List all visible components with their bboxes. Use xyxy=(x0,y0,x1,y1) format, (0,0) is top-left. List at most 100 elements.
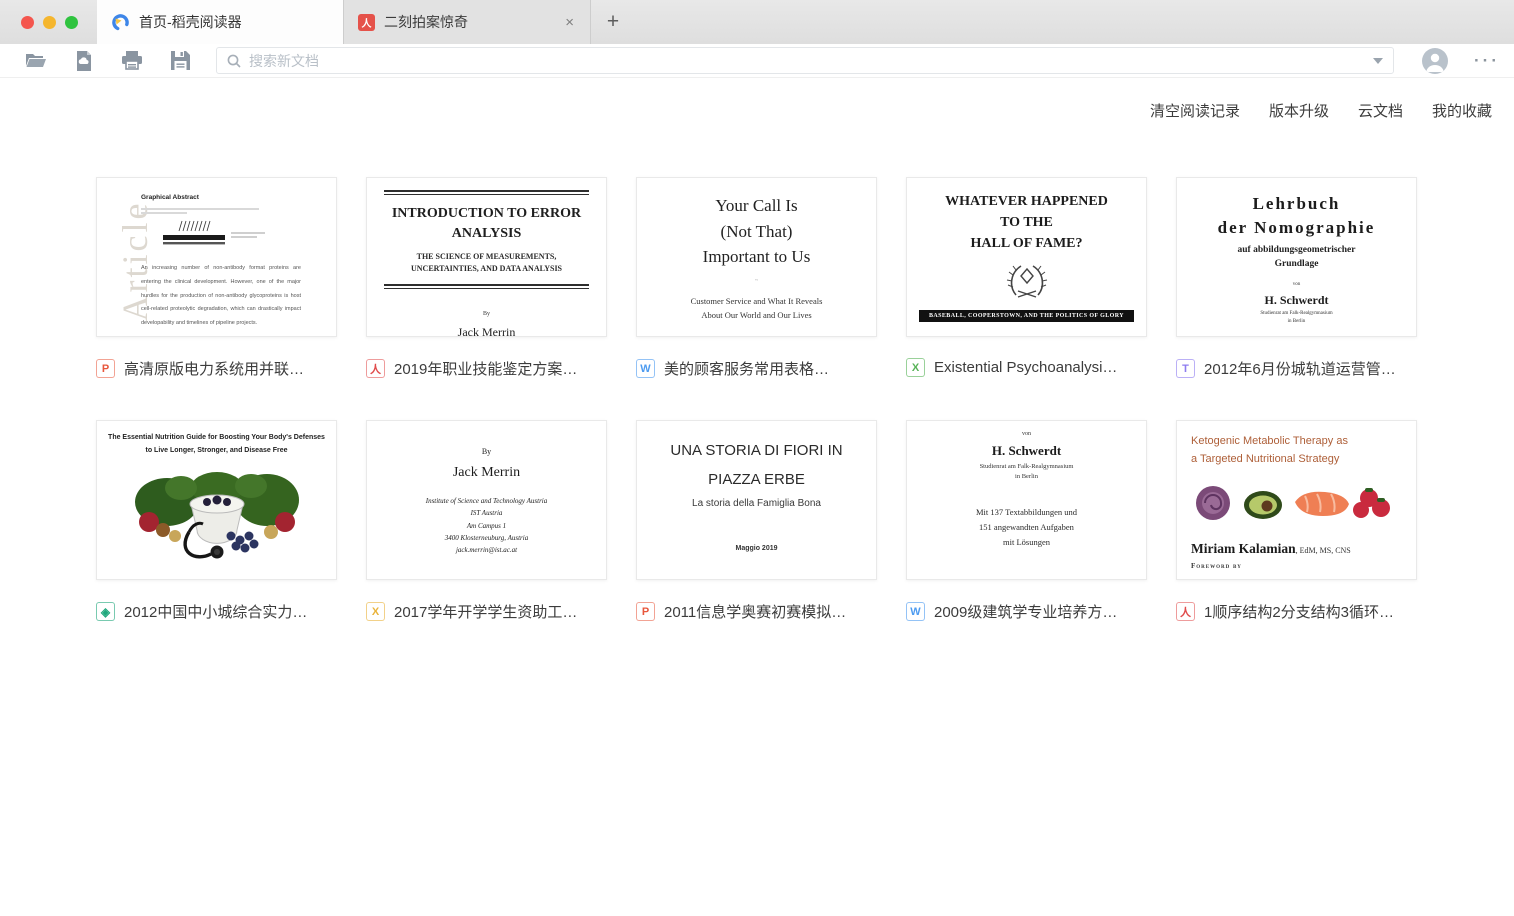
thumb-by: By xyxy=(367,447,606,456)
document-title[interactable]: 2012中国中小城综合实力… xyxy=(124,601,307,622)
thumb-title-line: UNA STORIA DI FIORI IN xyxy=(637,437,876,466)
document-thumbnail[interactable]: By Jack Merrin Institute of Science and … xyxy=(366,420,607,580)
thumb-affiliation: Institute of Science and Technology Aust… xyxy=(367,495,606,507)
document-title[interactable]: 2012年6月份城轨道运营管… xyxy=(1204,358,1396,379)
close-window-button[interactable] xyxy=(21,16,34,29)
thumb-subtitle: Customer Service and What It Reveals xyxy=(637,294,876,308)
thumb-note: 151 angewandten Aufgaben xyxy=(907,520,1146,535)
document-thumbnail[interactable]: INTRODUCTION TO ERROR ANALYSIS THE SCIEN… xyxy=(366,177,607,337)
word-file-icon: W xyxy=(636,359,655,378)
pdf-file-icon: 人 xyxy=(358,14,375,31)
person-icon xyxy=(1422,48,1448,74)
document-card[interactable]: von H. Schwerdt Studienrat am Falk-Realg… xyxy=(906,420,1147,622)
search-input[interactable] xyxy=(249,53,1373,69)
window-tab-bar: 首页-稻壳阅读器 人 二刻拍案惊奇 × + xyxy=(0,0,1514,44)
document-thumbnail[interactable]: Ketogenic Metabolic Therapy as a Targete… xyxy=(1176,420,1417,580)
cloud-documents-link[interactable]: 云文档 xyxy=(1358,100,1403,121)
thumb-title-line: (Not That) xyxy=(637,219,876,245)
thumb-author: Jack Merrin xyxy=(367,465,606,481)
document-thumbnail[interactable]: The Essential Nutrition Guide for Boosti… xyxy=(96,420,337,580)
nutrition-foods-image xyxy=(119,460,315,568)
document-card[interactable]: INTRODUCTION TO ERROR ANALYSIS THE SCIEN… xyxy=(366,177,607,379)
word-file-icon: W xyxy=(906,602,925,621)
document-thumbnail[interactable]: UNA STORIA DI FIORI IN PIAZZA ERBE La st… xyxy=(636,420,877,580)
document-title[interactable]: Existential Psychoanalysi… xyxy=(934,359,1117,376)
document-card[interactable]: Your Call Is (Not That) Important to Us … xyxy=(636,177,877,379)
thumb-author: Jack Merrin xyxy=(367,325,606,337)
thumb-title: INTRODUCTION TO ERROR ANALYSIS xyxy=(391,204,582,245)
document-thumbnail[interactable]: Lehrbuch der Nomographie auf abbildungsg… xyxy=(1176,177,1417,337)
document-thumbnail[interactable]: von H. Schwerdt Studienrat am Falk-Realg… xyxy=(906,420,1147,580)
thumb-subtitle: About Our World and Our Lives xyxy=(637,308,876,322)
more-menu-button[interactable]: ··· xyxy=(1474,51,1500,71)
document-card[interactable]: Ketogenic Metabolic Therapy as a Targete… xyxy=(1176,420,1417,622)
search-bar[interactable] xyxy=(216,47,1394,74)
reader-logo-icon xyxy=(111,13,130,32)
document-thumbnail[interactable]: Your Call Is (Not That) Important to Us … xyxy=(636,177,877,337)
thumb-date: Maggio 2019 xyxy=(637,545,876,552)
thumb-affiliation: IST Austria xyxy=(367,507,606,519)
print-icon[interactable] xyxy=(108,51,156,70)
quick-links: 清空阅读记录 版本升级 云文档 我的收藏 xyxy=(0,78,1514,121)
spreadsheet-file-icon: X xyxy=(366,602,385,621)
document-title[interactable]: 美的顾客服务常用表格… xyxy=(664,358,829,379)
document-title[interactable]: 高清原版电力系统用并联… xyxy=(124,358,304,379)
user-avatar[interactable] xyxy=(1422,48,1448,74)
laurel-wreath-icon xyxy=(1004,261,1050,299)
text-line-placeholder xyxy=(141,208,259,210)
save-icon[interactable] xyxy=(156,51,204,70)
thumb-banner: BASEBALL, COOPERSTOWN, AND THE POLITICS … xyxy=(919,310,1134,322)
search-dropdown-icon[interactable] xyxy=(1373,58,1383,64)
thumb-title-line: Your Call Is xyxy=(637,193,876,219)
traffic-lights xyxy=(0,0,97,44)
document-title[interactable]: 2009级建筑学专业培养方… xyxy=(934,601,1117,622)
thumb-abstract-text: An increasing number of non-antibody for… xyxy=(141,262,301,331)
my-favorites-link[interactable]: 我的收藏 xyxy=(1432,100,1492,121)
thumb-title-line: Lehrbuch xyxy=(1177,194,1416,214)
new-tab-button[interactable]: + xyxy=(591,0,635,44)
thumb-affiliation: jack.merrin@ist.ac.at xyxy=(367,544,606,556)
ppt-file-icon: P xyxy=(96,359,115,378)
document-card[interactable]: UNA STORIA DI FIORI IN PIAZZA ERBE La st… xyxy=(636,420,877,622)
version-upgrade-link[interactable]: 版本升级 xyxy=(1269,100,1329,121)
document-title[interactable]: 2011信息学奥赛初赛模拟… xyxy=(664,601,846,622)
document-title[interactable]: 2019年职业技能鉴定方案… xyxy=(394,358,577,379)
thumb-affiliation: Am Campus 1 xyxy=(367,520,606,532)
thumb-title-line: der Nomographie xyxy=(1177,218,1416,238)
clear-reading-history-link[interactable]: 清空阅读记录 xyxy=(1150,100,1240,121)
pdf-file-icon: 人 xyxy=(366,359,385,378)
thumb-author: Miriam Kalamian, EdM, MS, CNS xyxy=(1191,541,1404,557)
document-card[interactable]: Article Graphical Abstract xyxy=(96,177,337,379)
document-title[interactable]: 1顺序结构2分支结构3循环… xyxy=(1204,601,1394,622)
thumb-author: H. Schwerdt xyxy=(907,443,1146,459)
document-thumbnail[interactable]: WHATEVER HAPPENED TO THE HALL OF FAME? xyxy=(906,177,1147,337)
tab-document[interactable]: 人 二刻拍案惊奇 × xyxy=(343,0,591,44)
import-document-icon[interactable] xyxy=(60,51,108,71)
document-thumbnail[interactable]: Article Graphical Abstract xyxy=(96,177,337,337)
minimize-window-button[interactable] xyxy=(43,16,56,29)
thumb-figure xyxy=(155,219,275,249)
thumb-title-line: PIAZZA ERBE xyxy=(637,466,876,495)
tab-home[interactable]: 首页-稻壳阅读器 xyxy=(97,0,343,44)
text-line-placeholder xyxy=(141,212,187,214)
thumb-subtitle: La storia della Famiglia Bona xyxy=(637,498,876,509)
document-card[interactable]: Lehrbuch der Nomographie auf abbildungsg… xyxy=(1176,177,1417,379)
thumb-subtitle: auf abbildungsgeometrischer xyxy=(1177,243,1416,257)
document-title[interactable]: 2017学年开学学生资助工… xyxy=(394,601,577,622)
thumb-affiliation: in Berlin xyxy=(907,472,1146,482)
thumb-foreword: Foreword by xyxy=(1191,562,1404,570)
zoom-window-button[interactable] xyxy=(65,16,78,29)
close-tab-icon[interactable]: × xyxy=(563,14,576,31)
pdf-file-icon: 人 xyxy=(1176,602,1195,621)
open-folder-icon[interactable] xyxy=(12,52,60,69)
document-card[interactable]: By Jack Merrin Institute of Science and … xyxy=(366,420,607,622)
thumb-von: von xyxy=(907,431,1146,437)
thumb-title-line: HALL OF FAME? xyxy=(907,233,1146,254)
document-card[interactable]: WHATEVER HAPPENED TO THE HALL OF FAME? xyxy=(906,177,1147,379)
thumb-affiliation: 3400 Klosterneuburg, Austria xyxy=(367,532,606,544)
form-file-icon: ◈ xyxy=(96,602,115,621)
thumb-note: mit Lösungen xyxy=(907,535,1146,550)
document-card[interactable]: The Essential Nutrition Guide for Boosti… xyxy=(96,420,337,622)
excel-file-icon: X xyxy=(906,358,925,377)
thumb-note: Mit 137 Textabbildungen und xyxy=(907,505,1146,520)
